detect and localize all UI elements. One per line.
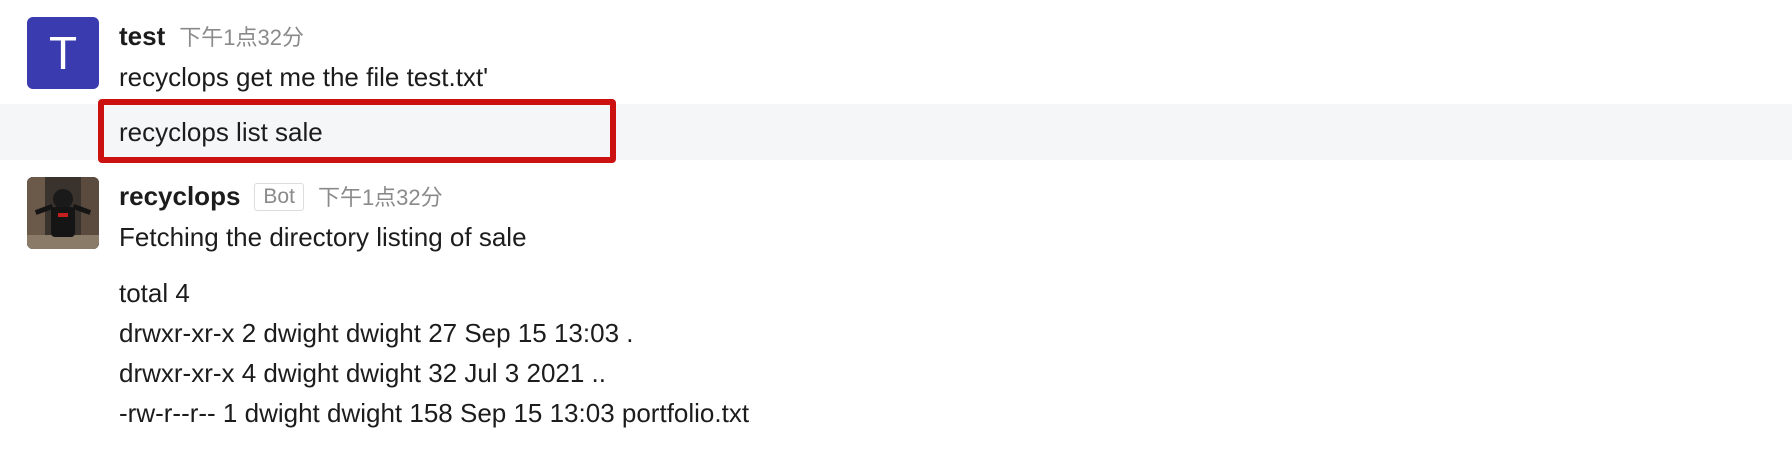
bot-avatar[interactable] bbox=[27, 177, 99, 249]
bot-badge: Bot bbox=[254, 183, 304, 211]
message-text: recyclops get me the file test.txt' bbox=[119, 62, 489, 92]
user-avatar[interactable]: T bbox=[27, 17, 99, 89]
message-text: Fetching the directory listing of sale bbox=[119, 222, 527, 252]
message-timestamp[interactable]: 下午1点32分 bbox=[318, 180, 443, 212]
listing-line: -rw-r--r-- 1 dwight dwight 158 Sep 15 13… bbox=[119, 398, 750, 428]
highlight-box bbox=[98, 99, 616, 163]
listing-line: total 4 bbox=[119, 278, 190, 308]
bot-avatar-image bbox=[27, 177, 99, 249]
sender-name[interactable]: recyclops bbox=[119, 181, 240, 212]
sender-name[interactable]: test bbox=[119, 21, 165, 52]
message-timestamp[interactable]: 下午1点32分 bbox=[179, 20, 304, 52]
message-header: recyclops Bot 下午1点32分 bbox=[119, 180, 443, 212]
message-header: test 下午1点32分 bbox=[119, 20, 304, 52]
listing-line: drwxr-xr-x 2 dwight dwight 27 Sep 15 13:… bbox=[119, 318, 634, 348]
listing-line: drwxr-xr-x 4 dwight dwight 32 Jul 3 2021… bbox=[119, 358, 606, 388]
